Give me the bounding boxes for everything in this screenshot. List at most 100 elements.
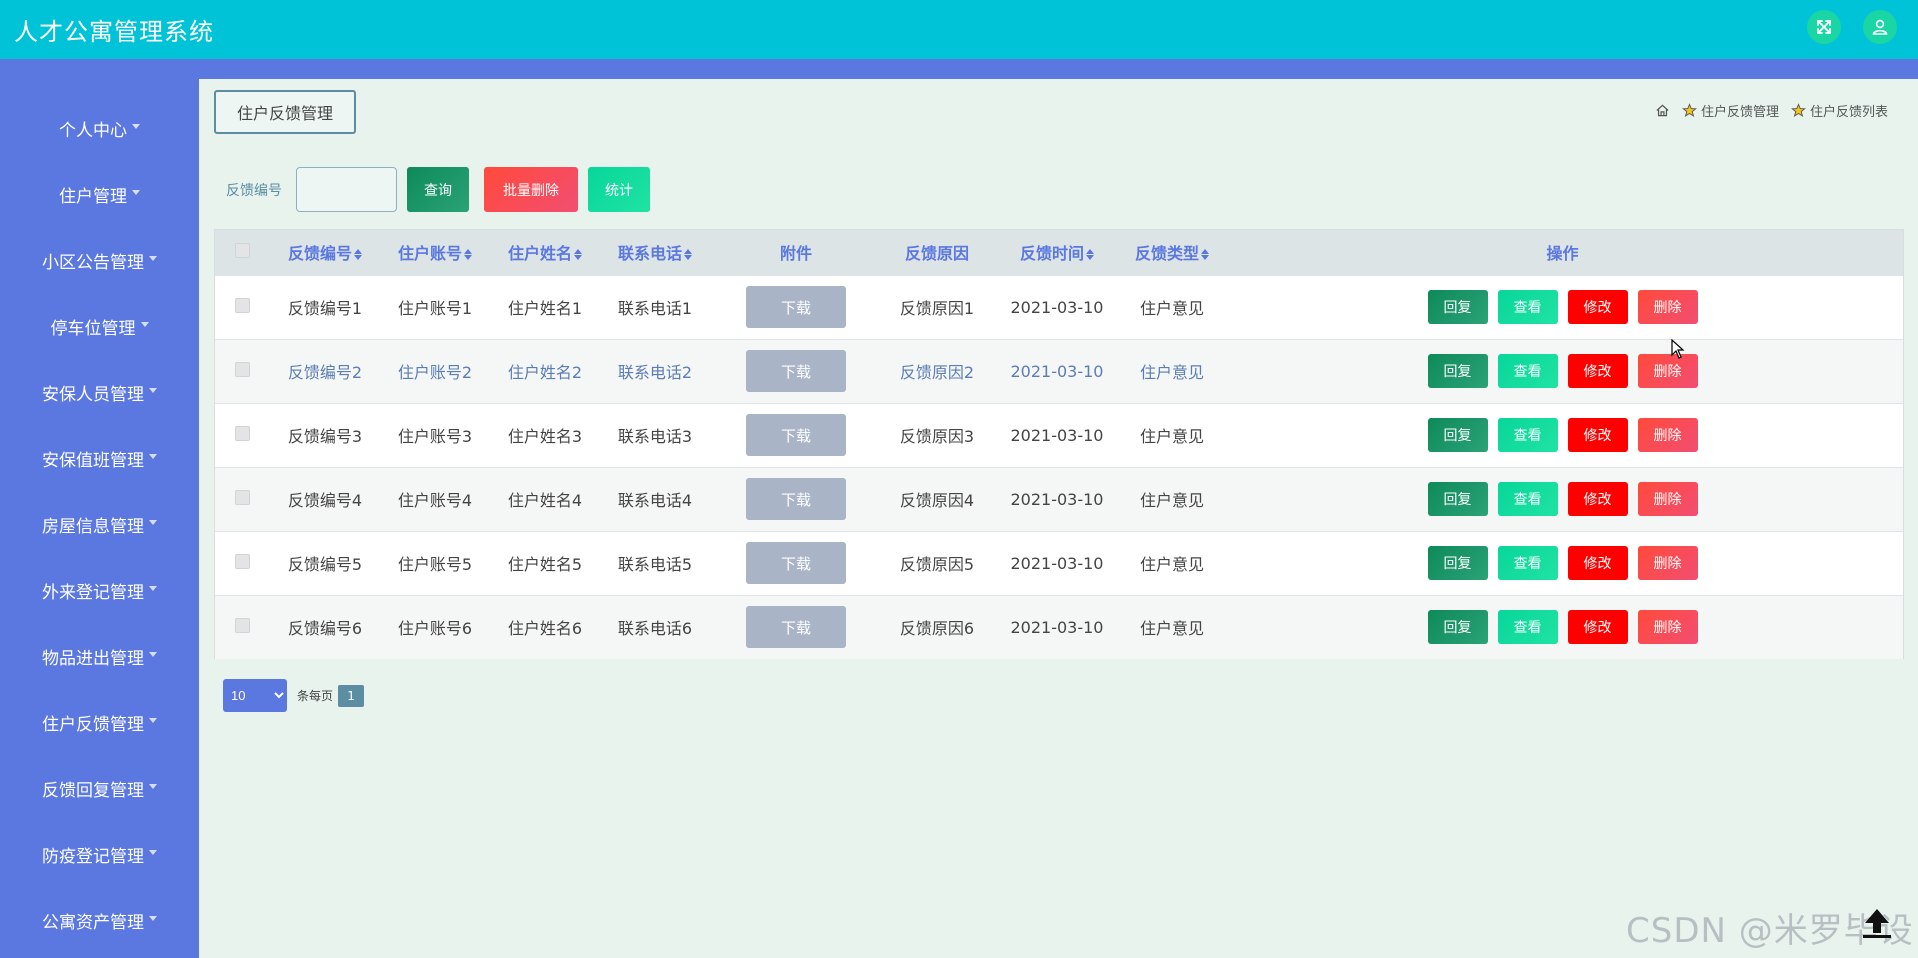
row-actions: 回复 查看 修改 删除 [1222,482,1903,516]
edit-button[interactable]: 修改 [1567,546,1628,580]
sidebar-item[interactable]: 房屋信息管理 [0,504,199,544]
delete-button[interactable]: 删除 [1637,354,1698,388]
top-bar: 人才公寓管理系统 [0,0,1918,59]
page-size-select[interactable]: 10 [223,679,287,712]
table-row[interactable]: 反馈编号4 住户账号4 住户姓名4 联系电话4 下载 反馈原因4 2021-03-10 住户意… [215,467,1903,531]
delete-button[interactable]: 删除 [1637,610,1698,645]
sidebar-item[interactable]: 小区公告管理 [0,240,199,280]
cell-reason: 反馈原因1 [899,299,975,318]
sidebar-item[interactable]: 住户管理 [0,174,199,214]
row-checkbox[interactable] [235,361,250,377]
breadcrumb-item[interactable]: 住户反馈管理 [1701,101,1779,120]
delete-button[interactable]: 删除 [1637,290,1698,324]
reply-button[interactable]: 回复 [1427,354,1488,388]
table-row[interactable]: 反馈编号1 住户账号1 住户姓名1 联系电话1 下载 反馈原因1 2021-03-10 住户意… [215,275,1903,339]
table-row[interactable]: 反馈编号3 住户账号3 住户姓名3 联系电话3 下载 反馈原因3 2021-03-10 住户意… [215,403,1903,467]
delete-button[interactable]: 删除 [1637,546,1698,580]
table-header-row: 反馈编号 住户账号 住户姓名 联系电话 附件 反馈原因 反馈时间 反馈类型 操作 [215,230,1903,275]
download-button[interactable]: 下载 [746,478,846,520]
sort-icon[interactable] [684,249,692,261]
column-header-id[interactable]: 反馈编号 [270,230,380,275]
cell-phone: 联系电话1 [617,299,693,318]
download-button[interactable]: 下载 [746,414,846,456]
sidebar-item[interactable]: 安保值班管理 [0,438,199,478]
cell-phone: 联系电话3 [617,427,693,446]
edit-button[interactable]: 修改 [1567,482,1628,516]
batch-delete-button[interactable]: 批量删除 [484,167,578,212]
stats-button[interactable]: 统计 [588,167,650,212]
download-button[interactable]: 下载 [746,606,846,649]
user-icon[interactable] [1863,10,1897,44]
home-icon[interactable] [1655,103,1670,118]
sidebar-item[interactable]: 安保人员管理 [0,372,199,412]
table-row[interactable]: 反馈编号6 住户账号6 住户姓名6 联系电话6 下载 反馈原因6 2021-03-10 住户意… [215,595,1903,659]
reply-button[interactable]: 回复 [1427,290,1488,324]
sidebar-item-label: 房屋信息管理 [42,516,144,537]
query-button[interactable]: 查询 [407,167,469,212]
column-header-phone[interactable]: 联系电话 [600,230,710,275]
column-header-name[interactable]: 住户姓名 [490,230,600,275]
sidebar-item[interactable]: 住户反馈管理 [0,702,199,742]
sidebar-item[interactable]: 反馈回复管理 [0,768,199,808]
row-checkbox[interactable] [235,489,250,505]
table-row[interactable]: 反馈编号5 住户账号5 住户姓名5 联系电话5 下载 反馈原因5 2021-03-10 住户意… [215,531,1903,595]
reply-button[interactable]: 回复 [1427,610,1488,645]
row-checkbox[interactable] [235,297,250,313]
caret-down-icon [149,915,157,921]
cell-account: 住户账号5 [397,555,473,574]
edit-button[interactable]: 修改 [1567,610,1628,645]
cell-account: 住户账号1 [397,299,473,318]
sidebar-item[interactable]: 个人中心 [0,108,199,148]
sort-icon[interactable] [464,249,472,261]
row-checkbox[interactable] [235,425,250,441]
page-number-button[interactable]: 1 [338,684,365,707]
sidebar-item-label: 小区公告管理 [42,252,144,273]
view-button[interactable]: 查看 [1497,546,1558,580]
cell-name: 住户姓名1 [507,299,583,318]
cell-phone: 联系电话2 [617,363,693,382]
edit-button[interactable]: 修改 [1567,290,1628,324]
column-header-type[interactable]: 反馈类型 [1122,230,1222,275]
sort-icon[interactable] [1086,249,1094,261]
delete-button[interactable]: 删除 [1637,482,1698,516]
download-button[interactable]: 下载 [746,350,846,392]
cell-account: 住户账号2 [397,363,473,382]
row-actions: 回复 查看 修改 删除 [1222,418,1903,452]
sidebar-item-label: 反馈回复管理 [42,780,144,801]
view-button[interactable]: 查看 [1497,354,1558,388]
column-header-account[interactable]: 住户账号 [380,230,490,275]
sort-icon[interactable] [354,249,362,261]
row-checkbox[interactable] [235,617,250,633]
view-button[interactable]: 查看 [1497,610,1558,645]
edit-button[interactable]: 修改 [1567,354,1628,388]
sidebar-item[interactable]: 公寓资产管理 [0,900,199,940]
view-button[interactable]: 查看 [1497,418,1558,452]
reply-button[interactable]: 回复 [1427,482,1488,516]
delete-button[interactable]: 删除 [1637,418,1698,452]
sidebar-item[interactable]: 物品进出管理 [0,636,199,676]
sidebar-item[interactable]: 停车位管理 [0,306,199,346]
reply-button[interactable]: 回复 [1427,418,1488,452]
caret-down-icon [149,717,157,723]
select-all-checkbox[interactable] [235,242,250,258]
feedback-id-input[interactable] [296,167,397,212]
sidebar-item[interactable]: 外来登记管理 [0,570,199,610]
fullscreen-icon[interactable] [1807,10,1841,44]
view-button[interactable]: 查看 [1497,482,1558,516]
table-row[interactable]: 反馈编号2 住户账号2 住户姓名2 联系电话2 下载 反馈原因2 2021-03-10 住户意… [215,339,1903,403]
download-button[interactable]: 下载 [746,542,846,584]
row-checkbox[interactable] [235,553,250,569]
back-to-top-icon[interactable] [1860,905,1894,939]
download-button[interactable]: 下载 [746,286,846,328]
main-content: 住户反馈管理 住户反馈管理 住户反馈列表 反馈编号 查询 批量删除 统计 反馈编… [199,79,1918,958]
page-tab[interactable]: 住户反馈管理 [214,90,356,134]
column-header-time[interactable]: 反馈时间 [992,230,1122,275]
reply-button[interactable]: 回复 [1427,546,1488,580]
sort-icon[interactable] [574,249,582,261]
cell-reason: 反馈原因5 [899,555,975,574]
view-button[interactable]: 查看 [1497,290,1558,324]
sort-icon[interactable] [1201,249,1209,261]
sidebar: 个人中心住户管理小区公告管理停车位管理安保人员管理 安保值班管理房屋信息管理外来登… [0,79,199,958]
edit-button[interactable]: 修改 [1567,418,1628,452]
sidebar-item[interactable]: 防疫登记管理 [0,834,199,874]
